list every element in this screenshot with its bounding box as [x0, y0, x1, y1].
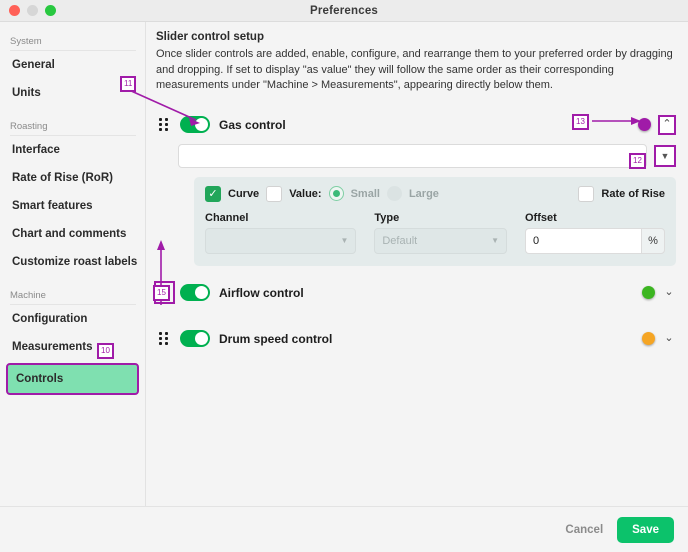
gas-combo-input[interactable]	[178, 143, 647, 168]
control-right-gas: ⌃	[638, 114, 676, 135]
drag-handle-icon[interactable]	[159, 118, 170, 131]
sidebar-item-configuration[interactable]: Configuration	[0, 305, 145, 333]
sidebar: System General Units Roasting Interface …	[0, 22, 146, 506]
select-channel[interactable]: ▼	[205, 227, 357, 254]
label-rate-of-rise: Rate of Rise	[601, 187, 665, 200]
slider-controls-list: Gas control ⌃ ▼ ✓ Curve Value: Small Lar…	[154, 110, 676, 354]
cancel-button[interactable]: Cancel	[565, 524, 603, 536]
offset-input-group: 0 %	[525, 227, 665, 254]
page-description: Once slider controls are added, enable, …	[156, 48, 673, 91]
control-right-airflow: ⌄	[642, 286, 676, 299]
sidebar-item-customize-roast-labels[interactable]: Customize roast labels	[0, 248, 145, 276]
field-channel: Channel ▼	[205, 211, 357, 254]
offset-input[interactable]: 0	[525, 227, 641, 254]
window-body: System General Units Roasting Interface …	[0, 22, 688, 506]
sidebar-group-system: System	[10, 30, 136, 51]
label-small: Small	[350, 187, 380, 200]
select-type-value: Default	[382, 234, 418, 247]
drag-handle-icon[interactable]	[159, 332, 170, 345]
field-type: Type Default ▼	[374, 212, 507, 254]
label-curve: Curve	[228, 187, 260, 200]
drag-handle-icon[interactable]	[154, 281, 175, 304]
chevron-down-icon: ▼	[340, 236, 349, 245]
control-row-airflow[interactable]: Airflow control ⌄	[154, 278, 676, 308]
page-title: Slider control setup	[156, 31, 264, 43]
footer-bar: Cancel Save	[0, 506, 688, 552]
main-panel: Slider control setup Once slider control…	[146, 22, 688, 506]
label-channel: Channel	[205, 211, 249, 224]
gas-combo-row: ▼	[178, 143, 676, 168]
field-offset: Offset 0 %	[525, 212, 665, 254]
toggle-drum-speed-control[interactable]	[180, 330, 210, 347]
checkbox-value[interactable]	[266, 185, 283, 202]
control-right-drum-speed: ⌄	[642, 332, 676, 345]
color-dot-icon[interactable]	[642, 332, 655, 345]
window-title: Preferences	[309, 4, 379, 17]
control-row-gas[interactable]: Gas control ⌃	[156, 110, 676, 140]
control-row-drum-speed[interactable]: Drum speed control ⌄	[156, 324, 676, 354]
sidebar-item-rate-of-rise[interactable]: Rate of Rise (RoR)	[0, 164, 145, 192]
label-offset: Offset	[525, 211, 557, 224]
sidebar-item-units[interactable]: Units	[0, 79, 145, 107]
toggle-gas-control[interactable]	[180, 116, 210, 133]
sidebar-item-interface[interactable]: Interface	[0, 136, 145, 164]
control-label-drum-speed: Drum speed control	[219, 331, 333, 346]
checkbox-curve[interactable]: ✓	[205, 185, 221, 202]
radio-small[interactable]	[328, 186, 344, 201]
checkbox-rate-of-rise[interactable]	[578, 185, 595, 202]
toggle-airflow-control[interactable]	[180, 284, 210, 301]
offset-unit-label: %	[641, 227, 665, 254]
chevron-down-icon: ▼	[491, 236, 499, 245]
color-dot-icon[interactable]	[642, 286, 655, 299]
save-button[interactable]: Save	[617, 516, 674, 543]
gas-config-fields-row: Channel ▼ Type Default ▼ Offset 0 %	[205, 212, 665, 254]
sidebar-item-general[interactable]: General	[0, 51, 145, 79]
gas-config-options-row: ✓ Curve Value: Small Large Rate of Rise	[205, 185, 665, 202]
preferences-window: Preferences System General Units Roastin…	[0, 0, 688, 552]
sidebar-group-roasting: Roasting	[10, 115, 136, 136]
chevron-down-icon[interactable]: ⌄	[662, 287, 676, 298]
color-dot-icon[interactable]	[638, 118, 651, 131]
chevron-up-icon[interactable]: ⌃	[658, 114, 676, 135]
control-label-airflow: Airflow control	[219, 285, 304, 300]
label-value: Value:	[289, 187, 322, 200]
title-bar: Preferences	[0, 0, 688, 22]
sidebar-item-controls[interactable]: Controls	[6, 363, 139, 395]
chevron-down-icon[interactable]: ⌄	[662, 333, 676, 344]
sidebar-item-measurements[interactable]: Measurements	[0, 333, 145, 361]
sidebar-item-smart-features[interactable]: Smart features	[0, 192, 145, 220]
label-large: Large	[408, 187, 439, 200]
control-label-gas: Gas control	[219, 117, 286, 132]
label-type: Type	[374, 211, 400, 224]
sidebar-group-machine: Machine	[10, 284, 136, 305]
sidebar-item-chart-and-comments[interactable]: Chart and comments	[0, 220, 145, 248]
radio-large[interactable]	[386, 186, 402, 201]
gas-config-panel: ✓ Curve Value: Small Large Rate of Rise	[194, 176, 676, 266]
select-type[interactable]: Default ▼	[374, 227, 507, 254]
gas-combo-dropdown-button[interactable]: ▼	[654, 144, 676, 167]
